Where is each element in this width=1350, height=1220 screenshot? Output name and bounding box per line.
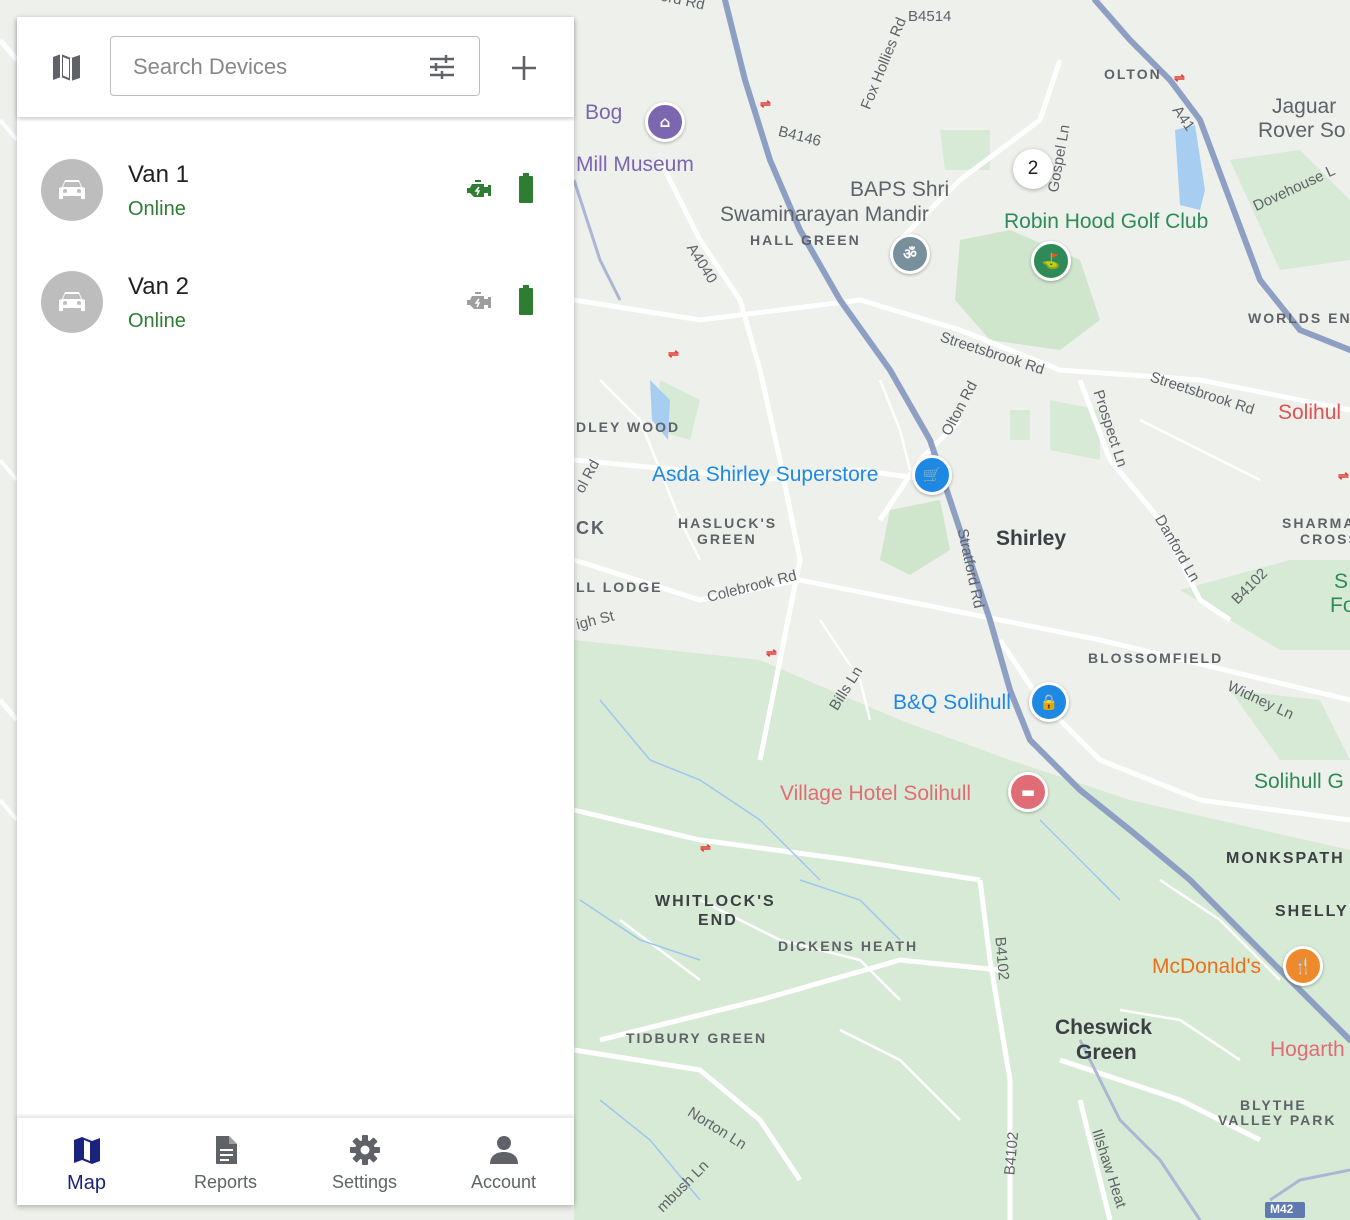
battery-icon <box>519 285 533 315</box>
temple-pin-icon[interactable]: ॐ <box>890 234 930 274</box>
place-label: SHELLY <box>1275 903 1349 920</box>
poi-label: Hogarth <box>1270 1038 1345 1061</box>
place-label: WHITLOCK'S <box>655 893 776 910</box>
poi-label: Fo <box>1330 594 1350 617</box>
place-label: MONKSPATH <box>1226 850 1345 867</box>
place-label: HASLUCK'S <box>678 515 778 531</box>
device-status: Online <box>128 310 186 332</box>
poi-label: S <box>1334 570 1349 593</box>
place-label: GREEN <box>697 531 757 547</box>
shopping-cart-pin-icon[interactable]: 🛒 <box>912 455 952 495</box>
device-panel: Van 1 Online Van 2 Online <box>17 17 574 1205</box>
motorway-shield: M42 <box>1270 1202 1294 1216</box>
nav-label: Settings <box>331 1172 398 1192</box>
device-item[interactable]: Van 2 Online <box>17 247 574 359</box>
place-label: BLYTHE <box>1240 1097 1307 1113</box>
filter-button[interactable] <box>427 53 457 81</box>
poi-label: Swaminarayan Mandir <box>720 203 929 226</box>
battery-icon <box>519 173 533 203</box>
search-input[interactable] <box>131 51 415 83</box>
place-label: DICKENS HEATH <box>778 938 919 954</box>
add-device-button[interactable] <box>507 51 541 85</box>
poi-label: McDonald's <box>1152 955 1262 978</box>
place-label: OLTON <box>1104 66 1162 82</box>
poi-label: BAPS Shri <box>850 178 950 201</box>
place-label: VALLEY PARK <box>1218 1112 1337 1128</box>
map-icon <box>53 54 80 81</box>
road-label: B4102 <box>991 936 1013 981</box>
rail-station-icon: ⇌ <box>1174 70 1185 85</box>
road-label: B4514 <box>908 8 952 25</box>
car-icon <box>59 292 85 311</box>
museum-pin-icon[interactable]: ⌂ <box>645 102 685 142</box>
poi-label: Robin Hood Golf Club <box>1004 210 1209 233</box>
place-label: CROSS <box>1300 531 1350 547</box>
rail-station-icon: ⇌ <box>700 840 711 855</box>
place-label: END <box>698 912 738 929</box>
poi-label: B&Q Solihull <box>893 691 1011 714</box>
golf-pin-icon[interactable]: ⛳ <box>1031 241 1071 281</box>
poi-label: Solihull G <box>1254 770 1344 793</box>
nav-account[interactable]: Account <box>434 1118 573 1205</box>
device-status: Online <box>128 198 186 220</box>
device-item[interactable]: Van 1 Online <box>17 135 574 247</box>
nav-label: Account <box>470 1172 537 1192</box>
place-label: SHARMA <box>1282 515 1350 531</box>
place-label: WORLDS ENI <box>1248 310 1350 326</box>
nav-reports[interactable]: Reports <box>156 1118 295 1205</box>
town-label: Shirley <box>996 527 1067 550</box>
place-label: LL LODGE <box>576 579 663 595</box>
engine-icon <box>467 292 491 309</box>
shopping-bag-pin-icon[interactable]: 🔒 <box>1029 682 1069 722</box>
poi-label: Mill Museum <box>576 153 694 176</box>
person-icon <box>490 1136 518 1164</box>
rail-station-icon: ⇌ <box>1338 468 1349 483</box>
poi-label: Bog <box>585 101 623 124</box>
nav-label: Reports <box>193 1172 258 1192</box>
device-cluster-marker[interactable]: 2 <box>1013 149 1053 189</box>
place-label: DLEY WOOD <box>576 419 681 435</box>
town-label: Cheswick <box>1055 1016 1152 1039</box>
device-avatar <box>41 271 103 333</box>
map-toggle-button[interactable] <box>47 51 87 83</box>
bottom-navigation: Map Reports Settings Account <box>17 1118 574 1205</box>
poi-label: Solihul <box>1278 401 1342 424</box>
poi-label: Asda Shirley Superstore <box>652 463 879 486</box>
engine-icon <box>467 180 491 197</box>
place-label: HALL GREEN <box>750 232 861 248</box>
gear-icon <box>350 1135 380 1165</box>
document-icon <box>216 1136 237 1164</box>
nav-settings[interactable]: Settings <box>295 1118 434 1205</box>
nav-map[interactable]: Map <box>17 1118 156 1205</box>
rail-station-icon: ⇌ <box>766 645 777 660</box>
device-name: Van 2 <box>128 273 189 300</box>
restaurant-pin-icon[interactable]: 🍴 <box>1283 946 1323 986</box>
place-label: BLOSSOMFIELD <box>1088 650 1224 666</box>
filter-sliders-icon <box>430 55 454 79</box>
panel-toolbar <box>17 17 574 117</box>
poi-label: Rover So <box>1258 119 1346 142</box>
place-label: TIDBURY GREEN <box>626 1030 768 1046</box>
town-label: Green <box>1076 1041 1137 1064</box>
hotel-pin-icon[interactable]: ▬ <box>1008 772 1048 812</box>
nav-label: Map <box>67 1172 106 1194</box>
car-icon <box>59 180 85 199</box>
place-label: CK <box>576 518 606 538</box>
device-avatar <box>41 159 103 221</box>
rail-station-icon: ⇌ <box>760 96 771 111</box>
map-icon <box>74 1137 100 1164</box>
device-list: Van 1 Online Van 2 Online <box>17 135 574 359</box>
search-box[interactable] <box>110 36 480 96</box>
plus-icon <box>512 56 536 80</box>
rail-station-icon: ⇌ <box>668 346 679 361</box>
poi-label: Jaguar <box>1272 95 1337 118</box>
poi-label: Village Hotel Solihull <box>780 782 972 805</box>
device-name: Van 1 <box>128 161 189 188</box>
